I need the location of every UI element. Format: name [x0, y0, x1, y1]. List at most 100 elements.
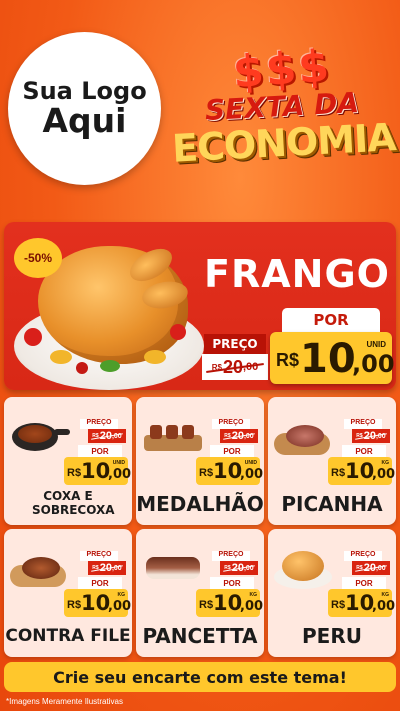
product-name: PICANHA [281, 492, 383, 516]
new-currency: R$ [67, 599, 82, 611]
steak-board-icon [272, 415, 334, 459]
old-currency: R$ [224, 565, 231, 571]
lemon-garnish [144, 350, 166, 364]
steak-shape [22, 557, 60, 579]
old-currency: R$ [356, 433, 363, 439]
new-currency: R$ [331, 599, 346, 611]
old-price: R$ 20,00 [220, 429, 258, 443]
new-int: 10 [81, 591, 111, 615]
tomato-garnish [24, 328, 42, 346]
new-unit: KG [249, 592, 258, 598]
old-dec: ,00 [375, 432, 386, 440]
old-price: R$ 20,00 [352, 561, 390, 575]
new-price: R$ 10,00 KG [196, 589, 264, 617]
por-label: POR [78, 445, 122, 457]
preco-label: PREÇO [212, 419, 250, 429]
old-dec: ,00 [243, 432, 254, 440]
pancetta-shape [146, 557, 200, 579]
new-price-currency: R$ [276, 350, 300, 370]
new-dec: ,00 [372, 599, 396, 614]
new-dec: ,00 [108, 467, 132, 482]
old-int: 20 [363, 562, 376, 574]
old-price-currency: R$ [211, 362, 222, 372]
old-dec: ,00 [111, 564, 122, 572]
new-price-int: 10 [300, 336, 356, 382]
steak-shape [286, 425, 324, 447]
preco-label: PREÇO [212, 551, 250, 561]
old-int: 20 [231, 562, 244, 574]
product-card[interactable]: PREÇO R$ 20,00 POR R$ 10,00 KG PANCETTA [136, 529, 264, 657]
new-currency: R$ [67, 467, 82, 479]
tomato-garnish [76, 362, 88, 374]
product-name: CONTRA FILE [5, 626, 131, 646]
turkey-shape [282, 551, 324, 581]
old-currency: R$ [92, 565, 99, 571]
new-price: R$ 10,00 UNID [64, 457, 132, 485]
new-unit: KG [381, 592, 390, 598]
old-price-dec: ,00 [242, 361, 259, 373]
pan-chicken-icon [8, 415, 70, 459]
steak-icon [8, 547, 70, 591]
new-price: R$ 10,00 UNID [196, 457, 264, 485]
new-unit: KG [381, 460, 390, 466]
old-dec: ,00 [111, 432, 122, 440]
new-price: R$ 10,00 KG [328, 457, 396, 485]
new-unit: UNID [244, 460, 257, 466]
logo-placeholder: Sua Logo Aqui [8, 32, 161, 185]
turkey-icon [272, 547, 334, 591]
new-price-unit: UNID [366, 340, 386, 349]
por-label: POR [78, 577, 122, 589]
new-price: R$ 10,00 KG [328, 589, 396, 617]
new-int: 10 [213, 459, 243, 483]
logo-line-1: Sua Logo [22, 76, 147, 105]
old-price: R$ 20,00 [88, 429, 126, 443]
cta-banner[interactable]: Crie seu encarte com este tema! [4, 662, 396, 692]
preco-label: PREÇO [80, 551, 118, 561]
new-int: 10 [81, 459, 111, 483]
promo-line-2: ECONOMIA [170, 115, 397, 171]
new-currency: R$ [199, 599, 214, 611]
por-label: POR [282, 308, 380, 332]
pancetta-icon [140, 547, 202, 591]
new-dec: ,00 [108, 599, 132, 614]
old-int: 20 [363, 430, 376, 442]
new-int: 10 [345, 591, 375, 615]
product-name: PERU [302, 624, 362, 648]
new-dec: ,00 [240, 467, 264, 482]
por-label: POR [342, 445, 386, 457]
new-int: 10 [345, 459, 375, 483]
new-dec: ,00 [372, 467, 396, 482]
por-label: POR [342, 577, 386, 589]
featured-product-card[interactable]: -50% FRANGO POR PREÇO R$ 20 ,00 R$ 10 ,0… [4, 222, 396, 390]
old-int: 20 [99, 430, 112, 442]
new-price: R$ 10,00 KG [64, 589, 132, 617]
old-int: 20 [99, 562, 112, 574]
lemon-garnish [50, 350, 72, 364]
old-currency: R$ [356, 565, 363, 571]
product-grid: PREÇO R$ 20,00 POR R$ 10,00 UNID COXA E SOB… [4, 397, 396, 657]
preco-label: PREÇO [80, 419, 118, 429]
product-card[interactable]: PREÇO R$ 20,00 POR R$ 10,00 UNID COXA E SOB… [4, 397, 132, 525]
new-dec: ,00 [240, 599, 264, 614]
product-card[interactable]: PREÇO R$ 20,00 POR R$ 10,00 KG PICANHA [268, 397, 396, 525]
new-price-dec: ,00 [352, 350, 395, 378]
old-price: R$ 20,00 [220, 561, 258, 575]
old-price: R$ 20 ,00 [202, 354, 268, 380]
product-name: PANCETTA [142, 624, 258, 648]
old-currency: R$ [224, 433, 231, 439]
old-dec: ,00 [375, 564, 386, 572]
por-label: POR [210, 445, 254, 457]
por-label: POR [210, 577, 254, 589]
skewer-shape [150, 425, 162, 439]
new-price: R$ 10 ,00 UNID [270, 332, 395, 384]
preco-label: PREÇO [344, 551, 382, 561]
new-currency: R$ [199, 467, 214, 479]
product-card[interactable]: PREÇO R$ 20,00 POR R$ 10,00 KG PERU [268, 529, 396, 657]
logo-line-2: Aqui [42, 100, 127, 140]
discount-badge: -50% [14, 238, 62, 278]
skewers-icon [140, 415, 202, 459]
product-card[interactable]: PREÇO R$ 20,00 POR R$ 10,00 UNID MEDALHÃO [136, 397, 264, 525]
product-card[interactable]: PREÇO R$ 20,00 POR R$ 10,00 KG CONTRA FILE [4, 529, 132, 657]
skewer-shape [182, 425, 194, 439]
pan-handle-shape [54, 429, 70, 435]
